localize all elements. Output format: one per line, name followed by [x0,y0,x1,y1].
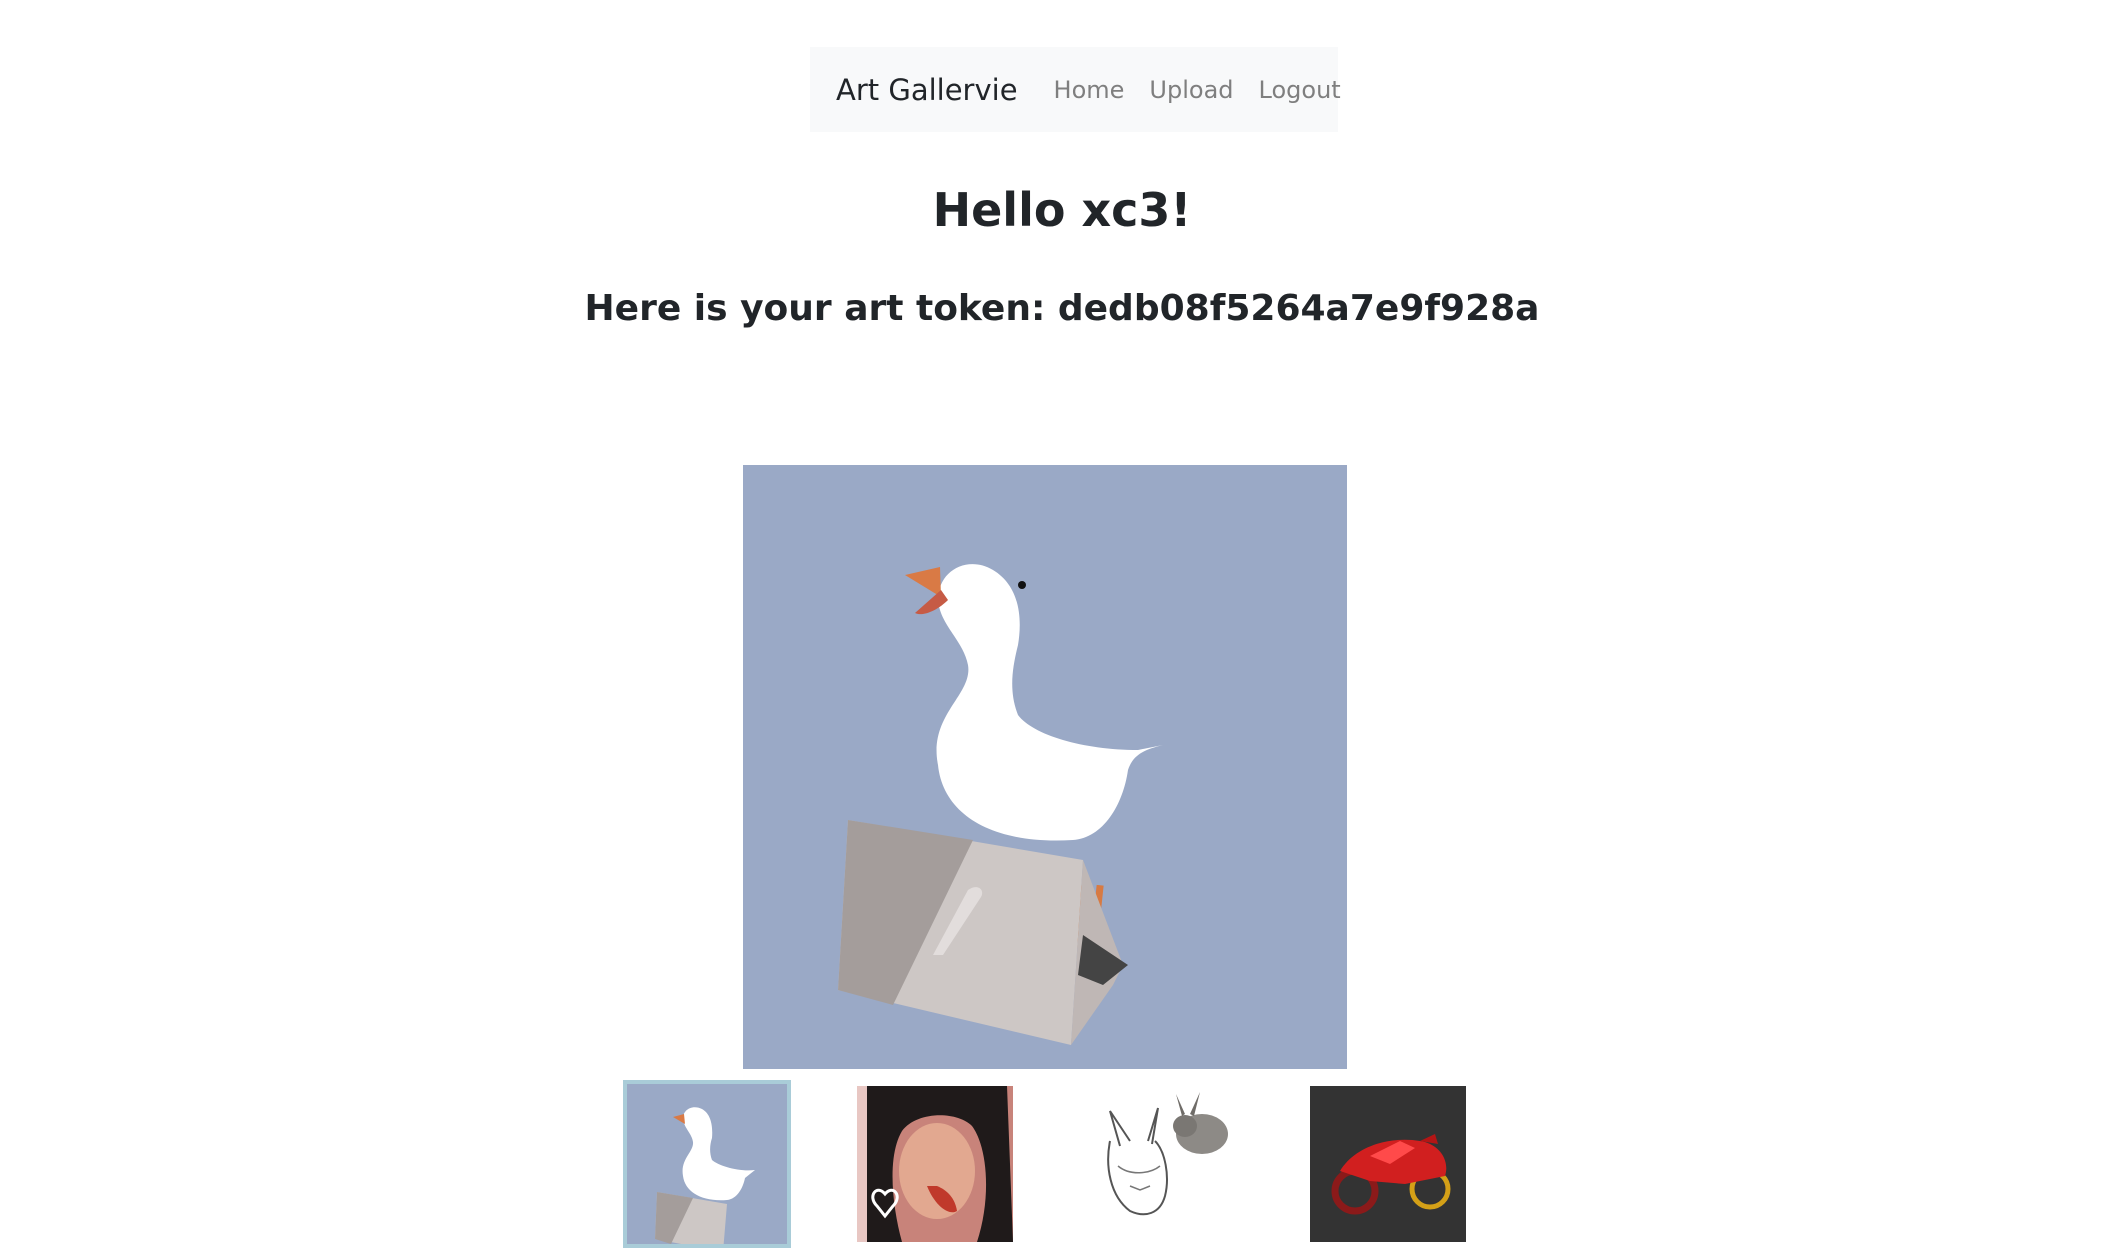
thumbnail-portrait[interactable] [857,1086,1013,1242]
brand-link[interactable]: Art Gallervie [836,73,1018,107]
main-artwork-image [743,465,1347,1069]
thumbnail-bunny-sketch[interactable] [1090,1086,1246,1242]
nav-upload-link[interactable]: Upload [1149,76,1233,104]
nav-home-link[interactable]: Home [1054,76,1125,104]
nav-logout-link[interactable]: Logout [1259,76,1341,104]
art-token-text: Here is your art token: dedb08f5264a7e9f… [584,288,1540,329]
thumbnail-goose[interactable] [623,1080,791,1248]
greeting-heading: Hello xc3! [932,183,1192,237]
thumbnail-motorcycle[interactable] [1310,1086,1466,1242]
navbar: Art Gallervie Home Upload Logout [810,47,1341,132]
